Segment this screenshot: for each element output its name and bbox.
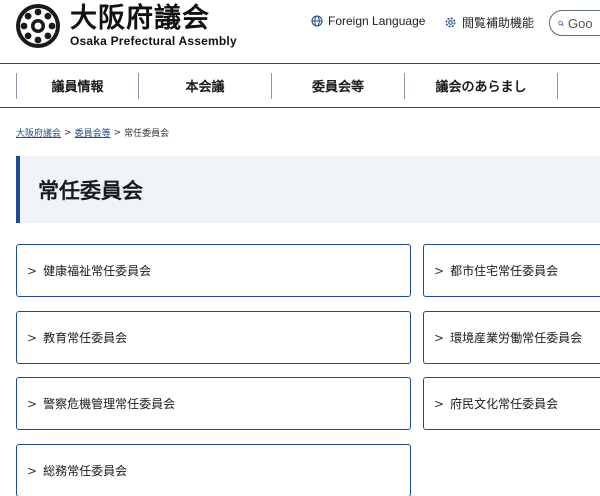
logo-title: 大阪府議会 bbox=[70, 3, 210, 34]
nav-item-committees[interactable]: 委員会等 bbox=[272, 72, 405, 99]
chevron-right-icon: > bbox=[434, 330, 445, 345]
main-nav: 議員情報 本会議 委員会等 議会のあらまし bbox=[0, 63, 600, 108]
search-icon bbox=[558, 20, 564, 26]
site-header: 大阪府議会 Osaka Prefectural Assembly Foreign… bbox=[0, 0, 600, 62]
nav-item-more[interactable] bbox=[558, 73, 598, 99]
nav-item-plenary[interactable]: 本会議 bbox=[139, 72, 272, 99]
committee-label: 健康福祉常任委員会 bbox=[43, 264, 152, 278]
committee-link-health-welfare[interactable]: > 健康福祉常任委員会 bbox=[16, 244, 411, 297]
breadcrumb-separator: > bbox=[113, 127, 122, 138]
foreign-language-label: Foreign Language bbox=[328, 14, 426, 28]
site-logo-link[interactable]: 大阪府議会 Osaka Prefectural Assembly bbox=[14, 2, 237, 50]
committee-label: 総務常任委員会 bbox=[43, 464, 128, 478]
chevron-right-icon: > bbox=[27, 263, 38, 278]
chevron-right-icon: > bbox=[27, 330, 38, 345]
osaka-emblem-icon bbox=[16, 4, 60, 48]
committee-link-urban-housing[interactable]: > 都市住宅常任委員会 bbox=[423, 244, 600, 297]
accessibility-link[interactable]: 閲覧補助機能 bbox=[444, 14, 534, 31]
committee-link-citizen-culture[interactable]: > 府民文化常任委員会 bbox=[423, 377, 600, 430]
breadcrumb-link-home[interactable]: 大阪府議会 bbox=[16, 126, 61, 139]
search-box[interactable] bbox=[549, 10, 600, 36]
committee-link-environment-industry-labor[interactable]: > 環境産業労働常任委員会 bbox=[423, 311, 600, 364]
page-title: 常任委員会 bbox=[38, 178, 143, 203]
committee-link-education[interactable]: > 教育常任委員会 bbox=[16, 311, 411, 364]
chevron-right-icon: > bbox=[27, 463, 38, 478]
nav-item-members[interactable]: 議員情報 bbox=[16, 72, 139, 99]
logo-text: 大阪府議会 Osaka Prefectural Assembly bbox=[70, 3, 237, 49]
committee-label: 警察危機管理常任委員会 bbox=[43, 397, 176, 411]
logo-subtitle: Osaka Prefectural Assembly bbox=[70, 34, 237, 48]
committee-label: 都市住宅常任委員会 bbox=[450, 264, 559, 278]
breadcrumb: 大阪府議会 > 委員会等 > 常任委員会 bbox=[16, 126, 170, 140]
committee-label: 府民文化常任委員会 bbox=[450, 397, 559, 411]
page: 大阪府議会 Osaka Prefectural Assembly Foreign… bbox=[0, 0, 600, 496]
committee-label: 教育常任委員会 bbox=[43, 331, 128, 345]
search-input[interactable] bbox=[568, 15, 600, 31]
breadcrumb-link-committees[interactable]: 委員会等 bbox=[75, 126, 111, 139]
nav-item-about-assembly[interactable]: 議会のあらまし bbox=[405, 72, 558, 99]
chevron-right-icon: > bbox=[434, 396, 445, 411]
committee-link-general-affairs[interactable]: > 総務常任委員会 bbox=[16, 444, 411, 496]
chevron-right-icon: > bbox=[27, 396, 38, 411]
foreign-language-link[interactable]: Foreign Language bbox=[311, 14, 425, 28]
globe-icon bbox=[311, 15, 323, 27]
breadcrumb-separator: > bbox=[64, 127, 72, 138]
accessibility-label: 閲覧補助機能 bbox=[462, 16, 535, 30]
chevron-right-icon: > bbox=[434, 263, 445, 278]
gear-icon bbox=[445, 17, 456, 28]
breadcrumb-current: 常任委員会 bbox=[124, 129, 170, 139]
committee-link-police-crisis[interactable]: > 警察危機管理常任委員会 bbox=[16, 377, 411, 430]
committee-label: 環境産業労働常任委員会 bbox=[450, 331, 583, 345]
page-title-bar: 常任委員会 bbox=[16, 156, 600, 223]
